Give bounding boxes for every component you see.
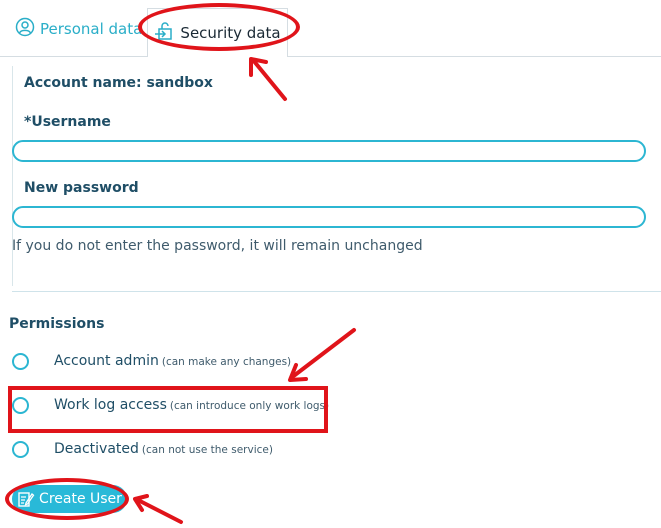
divider [12, 291, 661, 292]
work-log-access-label: Work log access (can introduce only work … [54, 397, 329, 413]
new-password-label: New password [24, 180, 139, 196]
permission-option-account-admin[interactable]: Account admin (can make any changes) [12, 349, 291, 373]
permission-option-deactivated[interactable]: Deactivated (can not use the service) [12, 437, 273, 461]
account-name: Account name: sandbox [24, 75, 213, 91]
deactivated-radio[interactable] [12, 440, 29, 458]
option-note: (can make any changes) [161, 356, 292, 368]
tab-personal-data[interactable]: Personal data [15, 0, 142, 58]
edit-note-icon [17, 490, 35, 508]
account-admin-label: Account admin (can make any changes) [54, 353, 291, 369]
option-label: Work log access [54, 397, 167, 413]
annotation-arrow-head [133, 494, 149, 512]
work-log-access-radio[interactable] [12, 396, 29, 414]
tab-security-data[interactable]: Security data [147, 8, 288, 57]
password-hint: If you do not enter the password, it wil… [12, 238, 423, 254]
account-admin-radio[interactable] [12, 352, 29, 370]
tab-bar-border [0, 56, 147, 57]
user-circle-icon [15, 17, 35, 41]
option-label: Deactivated [54, 441, 139, 457]
create-user-button[interactable]: Create User [12, 485, 127, 513]
annotation-arrow [134, 497, 183, 524]
new-password-input[interactable] [12, 206, 646, 228]
annotation-arrow-head [249, 57, 268, 77]
tab-personal-label: Personal data [40, 20, 143, 38]
tab-bar-border [287, 56, 661, 57]
annotation-arrow-head [288, 363, 308, 382]
annotation-arrow [289, 328, 356, 380]
permissions-title: Permissions [9, 316, 105, 332]
create-user-label: Create User [39, 491, 122, 507]
permission-option-work-log-access[interactable]: Work log access (can introduce only work … [12, 393, 329, 417]
username-label: *Username [24, 114, 111, 130]
option-label: Account admin [54, 353, 159, 369]
tab-security-label: Security data [180, 24, 281, 42]
lock-login-icon [154, 20, 176, 46]
option-note: (can introduce only work logs) [169, 400, 330, 412]
deactivated-label: Deactivated (can not use the service) [54, 441, 273, 457]
annotation-arrow [251, 58, 287, 101]
option-note: (can not use the service) [141, 444, 273, 456]
username-label-text: Username [31, 114, 111, 130]
username-input[interactable] [12, 140, 646, 162]
